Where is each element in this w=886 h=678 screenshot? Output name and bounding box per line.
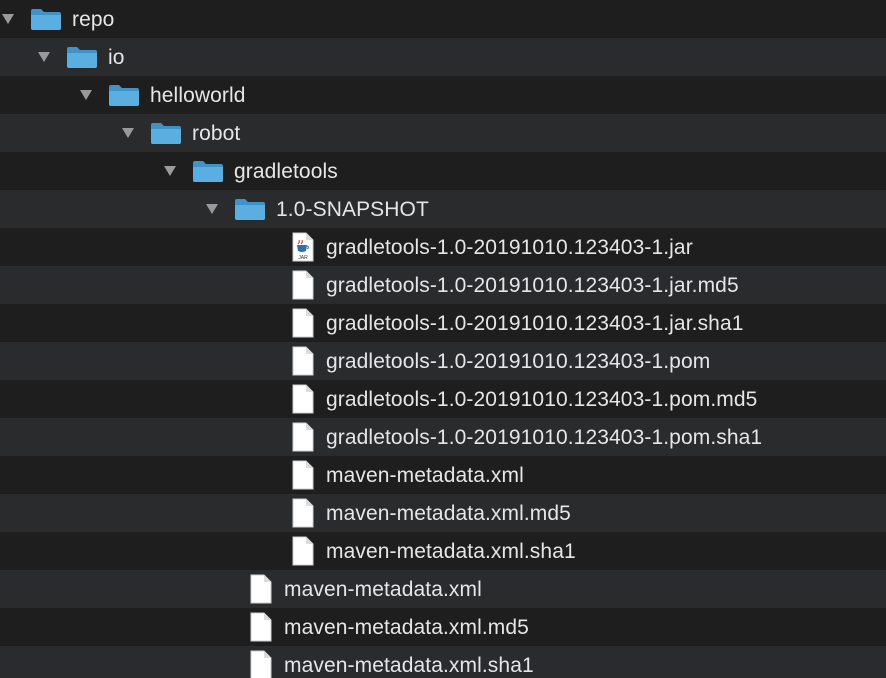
disclosure-triangle-icon[interactable] — [120, 126, 136, 140]
file-name: maven-metadata.xml.md5 — [284, 615, 529, 639]
folder-name: gradletools — [234, 159, 338, 183]
folder-icon — [108, 83, 140, 107]
document-icon — [292, 270, 314, 300]
document-icon — [250, 650, 272, 678]
file-name: gradletools-1.0-20191010.123403-1.jar — [326, 235, 693, 259]
tree-row-folder[interactable]: repo — [0, 0, 886, 38]
tree-row-file[interactable]: maven-metadata.xml — [0, 456, 886, 494]
folder-name: 1.0-SNAPSHOT — [276, 197, 429, 221]
file-name: gradletools-1.0-20191010.123403-1.jar.md… — [326, 273, 739, 297]
tree-row-file[interactable]: maven-metadata.xml.sha1 — [0, 646, 886, 678]
file-name: gradletools-1.0-20191010.123403-1.pom.sh… — [326, 425, 763, 449]
folder-icon — [234, 197, 266, 221]
disclosure-triangle-icon[interactable] — [162, 164, 178, 178]
tree-row-file[interactable]: maven-metadata.xml — [0, 570, 886, 608]
folder-name: helloworld — [150, 83, 246, 107]
tree-row-folder[interactable]: gradletools — [0, 152, 886, 190]
file-name: gradletools-1.0-20191010.123403-1.pom.md… — [326, 387, 758, 411]
document-icon — [292, 422, 314, 452]
tree-row-file[interactable]: gradletools-1.0-20191010.123403-1.pom — [0, 342, 886, 380]
tree-row-folder[interactable]: io — [0, 38, 886, 76]
file-name: maven-metadata.xml — [284, 577, 482, 601]
file-name: maven-metadata.xml.sha1 — [326, 539, 576, 563]
document-icon — [292, 536, 314, 566]
folder-name: io — [108, 45, 125, 69]
file-name: maven-metadata.xml.md5 — [326, 501, 571, 525]
folder-name: robot — [192, 121, 241, 145]
tree-row-folder[interactable]: helloworld — [0, 76, 886, 114]
tree-row-file[interactable]: gradletools-1.0-20191010.123403-1.jar.md… — [0, 266, 886, 304]
folder-name: repo — [72, 7, 115, 31]
tree-row-folder[interactable]: robot — [0, 114, 886, 152]
folder-icon — [66, 45, 98, 69]
disclosure-triangle-icon[interactable] — [0, 12, 16, 26]
folder-icon — [192, 159, 224, 183]
document-icon — [292, 460, 314, 490]
disclosure-triangle-icon[interactable] — [204, 202, 220, 216]
document-icon — [250, 574, 272, 604]
file-name: maven-metadata.xml — [326, 463, 524, 487]
tree-row-file[interactable]: gradletools-1.0-20191010.123403-1.pom.md… — [0, 380, 886, 418]
tree-row-file[interactable]: JAR gradletools-1.0-20191010.123403-1.jar — [0, 228, 886, 266]
tree-row-file[interactable]: gradletools-1.0-20191010.123403-1.pom.sh… — [0, 418, 886, 456]
tree-row-file[interactable]: gradletools-1.0-20191010.123403-1.jar.sh… — [0, 304, 886, 342]
document-icon — [292, 384, 314, 414]
file-tree: repo io helloworld robot gradletools 1.0-SNAP… — [0, 0, 886, 678]
disclosure-triangle-icon[interactable] — [36, 50, 52, 64]
tree-row-file[interactable]: maven-metadata.xml.md5 — [0, 608, 886, 646]
document-icon — [292, 308, 314, 338]
tree-row-file[interactable]: maven-metadata.xml.sha1 — [0, 532, 886, 570]
file-name: gradletools-1.0-20191010.123403-1.jar.sh… — [326, 311, 744, 335]
file-name: maven-metadata.xml.sha1 — [284, 653, 534, 677]
folder-icon — [150, 121, 182, 145]
document-icon — [292, 498, 314, 528]
java-jar-icon: JAR — [292, 232, 314, 262]
folder-icon — [30, 7, 62, 31]
file-name: gradletools-1.0-20191010.123403-1.pom — [326, 349, 711, 373]
disclosure-triangle-icon[interactable] — [78, 88, 94, 102]
document-icon — [292, 346, 314, 376]
tree-row-folder[interactable]: 1.0-SNAPSHOT — [0, 190, 886, 228]
tree-row-file[interactable]: maven-metadata.xml.md5 — [0, 494, 886, 532]
svg-text:JAR: JAR — [298, 255, 308, 261]
document-icon — [250, 612, 272, 642]
